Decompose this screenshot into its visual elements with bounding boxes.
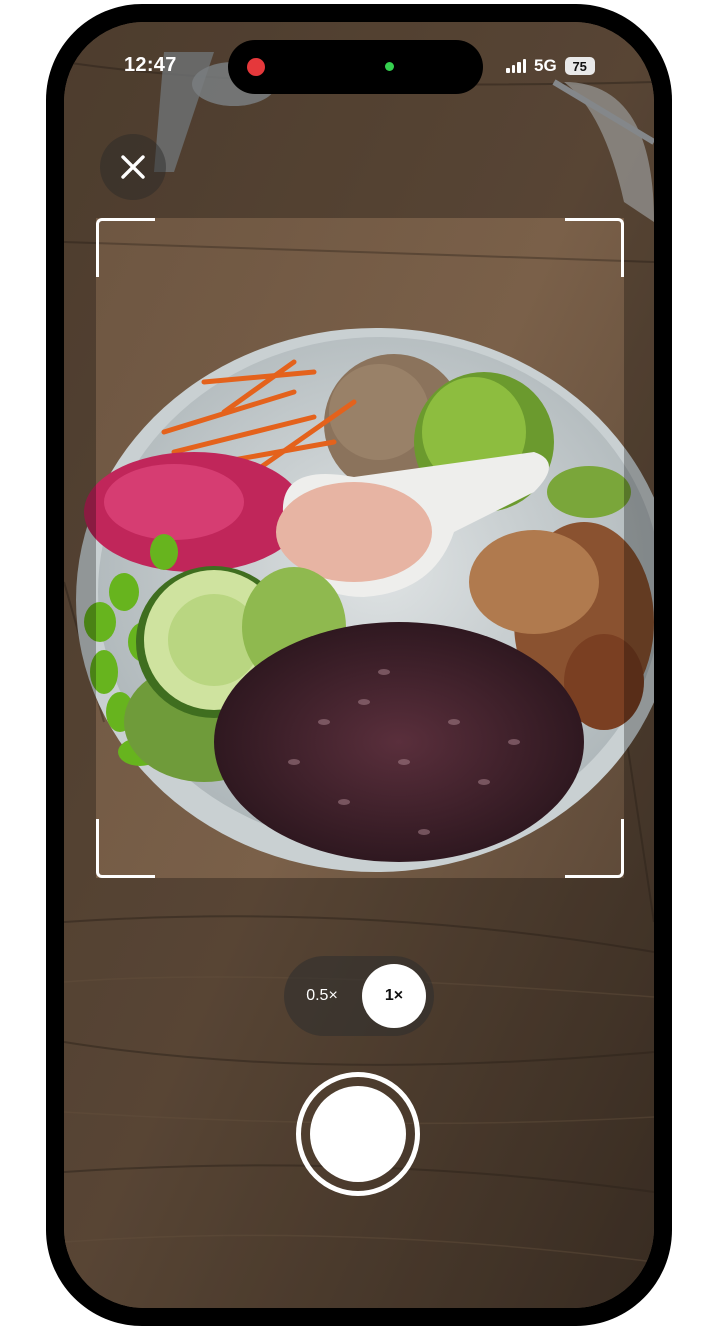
- zoom-0-5x-button[interactable]: 0.5×: [290, 964, 354, 1028]
- frame-corner-top-right: [565, 218, 624, 277]
- frame-corner-top-left: [96, 218, 155, 277]
- close-button[interactable]: [100, 134, 166, 200]
- dynamic-island: [228, 40, 483, 94]
- frame-corner-bottom-right: [565, 819, 624, 878]
- battery-icon: 75: [564, 57, 595, 75]
- camera-viewfinder: 12:47 5G 75 0.5× 1×: [64, 22, 654, 1308]
- camera-in-use-icon: [385, 62, 394, 71]
- shutter-inner: [310, 1086, 406, 1182]
- shutter-button[interactable]: [296, 1072, 420, 1196]
- scan-frame: [96, 218, 624, 878]
- close-icon: [121, 155, 145, 179]
- status-time: 12:47: [124, 54, 177, 76]
- viewfinder-scrim-right: [624, 218, 654, 878]
- frame-corner-bottom-left: [96, 819, 155, 878]
- zoom-selector: 0.5× 1×: [284, 956, 434, 1036]
- battery-level: 75: [572, 58, 587, 74]
- network-type: 5G: [534, 56, 557, 75]
- zoom-1x-button[interactable]: 1×: [362, 964, 426, 1028]
- status-indicators: 5G 75: [506, 56, 595, 76]
- phone-frame: 12:47 5G 75 0.5× 1×: [46, 4, 672, 1326]
- viewfinder-scrim-left: [64, 218, 96, 878]
- signal-strength-icon: [506, 59, 526, 73]
- recording-indicator-icon: [247, 58, 265, 76]
